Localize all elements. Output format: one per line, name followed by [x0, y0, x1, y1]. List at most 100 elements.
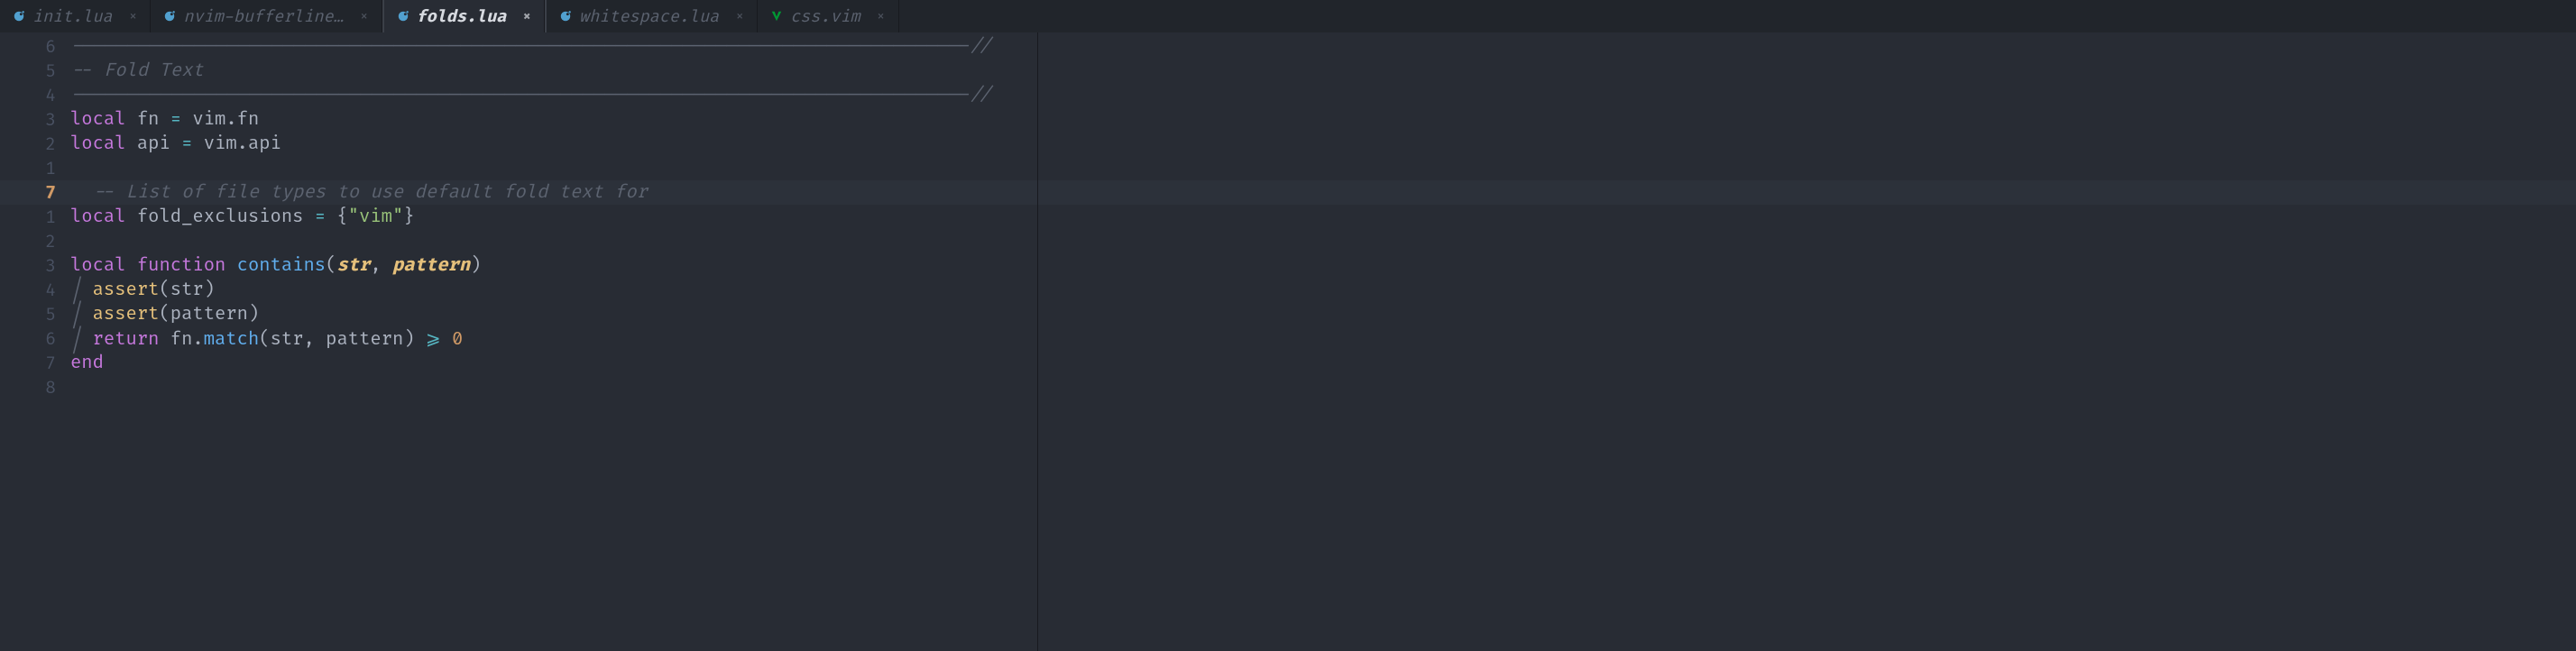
keyword-local: local	[70, 255, 126, 277]
close-icon[interactable]: ×	[360, 7, 369, 25]
tab-whitespace-lua[interactable]: whitespace.lua ×	[547, 0, 758, 32]
identifier: pattern	[326, 329, 403, 351]
line-number: 6	[0, 36, 70, 58]
dot: .	[192, 329, 203, 351]
brace: }	[403, 206, 414, 228]
code-line: 3 local fn = vim.fn	[0, 107, 2576, 132]
vertical-split[interactable]	[1037, 32, 1038, 651]
identifier: fold_exclusions	[137, 206, 304, 228]
line-number: 5	[0, 60, 70, 82]
identifier: str	[170, 280, 204, 301]
comment: -- Fold Text	[70, 60, 204, 82]
comment: -- List of file types to use default fol…	[93, 182, 648, 204]
paren: (	[159, 280, 170, 301]
code-line: 5 -- Fold Text	[0, 59, 2576, 83]
code-line: 3 local function contains(str, pattern)	[0, 253, 2576, 278]
code-line: 6 │ return fn.match(str, pattern) ⩾ 0	[0, 326, 2576, 351]
keyword-return: return	[93, 329, 160, 351]
paren: )	[403, 329, 414, 351]
field: fn	[237, 109, 260, 131]
line-number: 4	[0, 280, 70, 301]
tab-label: folds.lua	[417, 6, 507, 27]
identifier: vim	[204, 133, 237, 155]
tab-css-vim[interactable]: css.vim ×	[758, 0, 898, 32]
paren: (	[259, 329, 270, 351]
tab-label: nvim-bufferline…	[183, 6, 343, 27]
line-number: 8	[0, 377, 70, 399]
code-line: 2	[0, 229, 2576, 253]
code-line: 6 --------------------------------------…	[0, 34, 2576, 59]
tab-label: whitespace.lua	[579, 6, 719, 27]
identifier: fn	[137, 109, 160, 131]
keyword-local: local	[70, 109, 126, 131]
close-icon[interactable]: ×	[877, 7, 886, 25]
number: 0	[452, 329, 463, 351]
builtin: assert	[93, 304, 160, 326]
tab-init-lua[interactable]: init.lua ×	[0, 0, 151, 32]
line-number-current: 7	[0, 182, 70, 204]
param: pattern	[392, 255, 470, 277]
code-line: 4 --------------------------------------…	[0, 83, 2576, 107]
code-line-current: 7 -- List of file types to use default f…	[0, 180, 2576, 205]
lua-icon	[13, 10, 25, 23]
indent-guide: │	[70, 329, 93, 351]
keyword-local: local	[70, 133, 126, 155]
line-number: 2	[0, 231, 70, 252]
builtin: assert	[93, 280, 160, 301]
close-icon[interactable]: ×	[735, 7, 744, 25]
tab-label: init.lua	[32, 6, 113, 27]
paren: (	[159, 304, 170, 326]
lua-icon	[559, 10, 572, 23]
editor[interactable]: 6 --------------------------------------…	[0, 32, 2576, 399]
comma: ,	[370, 255, 392, 277]
close-icon[interactable]: ×	[522, 7, 531, 25]
code-line: 5 │ assert(pattern)	[0, 302, 2576, 326]
code-line: 7 end	[0, 351, 2576, 375]
field: api	[248, 133, 281, 155]
keyword-local: local	[70, 206, 126, 228]
operator: =	[170, 133, 204, 155]
paren: )	[470, 255, 481, 277]
comment: ----------------------------------------…	[70, 85, 992, 106]
tab-bar: init.lua × nvim-bufferline… × folds.lua …	[0, 0, 2576, 32]
paren: )	[248, 304, 259, 326]
identifier: pattern	[170, 304, 248, 326]
code-line: 1 local fold_exclusions = {"vim"}	[0, 205, 2576, 229]
line-number: 7	[0, 353, 70, 374]
line-number: 2	[0, 133, 70, 155]
close-icon[interactable]: ×	[129, 7, 138, 25]
code-line: 8	[0, 375, 2576, 399]
param: str	[336, 255, 370, 277]
tab-folds-lua[interactable]: folds.lua ×	[384, 0, 546, 32]
tab-nvim-bufferline[interactable]: nvim-bufferline… ×	[151, 0, 382, 32]
keyword-function: function	[137, 255, 225, 277]
identifier: vim	[192, 109, 225, 131]
line-number: 1	[0, 206, 70, 228]
paren: (	[326, 255, 336, 277]
tab-label: css.vim	[790, 6, 860, 27]
indent-guide: │	[70, 280, 93, 301]
function-name: contains	[237, 255, 326, 277]
lua-icon	[163, 10, 176, 23]
code-line: 4 │ assert(str)	[0, 278, 2576, 302]
code-line: 2 local api = vim.api	[0, 132, 2576, 156]
paren: )	[204, 280, 215, 301]
line-number: 3	[0, 109, 70, 131]
method: match	[204, 329, 260, 351]
keyword-end: end	[70, 353, 104, 374]
comma: ,	[304, 329, 327, 351]
operator: ⩾	[415, 329, 452, 351]
identifier: api	[137, 133, 170, 155]
dot: .	[225, 109, 236, 131]
dot: .	[237, 133, 248, 155]
indent-guide: │	[70, 304, 93, 326]
line-number: 4	[0, 85, 70, 106]
line-number: 5	[0, 304, 70, 326]
line-number: 1	[0, 158, 70, 179]
vim-icon	[770, 10, 783, 23]
operator: =	[159, 109, 192, 131]
lua-icon	[397, 10, 409, 23]
line-number: 6	[0, 328, 70, 350]
code-line: 1	[0, 156, 2576, 180]
line-number: 3	[0, 255, 70, 277]
